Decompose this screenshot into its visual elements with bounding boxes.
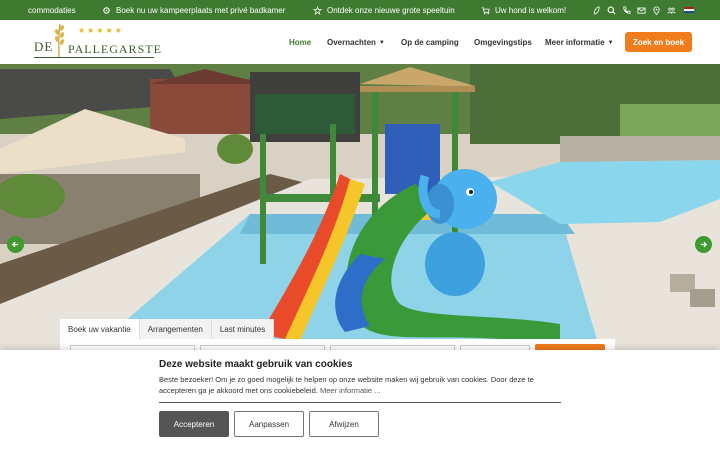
group-icon[interactable] — [667, 6, 676, 15]
topbar-tools — [592, 0, 694, 20]
search-and-book-button[interactable]: Zoek en boek — [625, 32, 692, 52]
cookie-title: Deze website maakt gebruik van cookies — [159, 359, 353, 370]
nav-op-de-camping[interactable]: Op de camping — [401, 38, 459, 47]
nav-label: Omgevingstips — [474, 38, 532, 47]
cookie-more-info-link[interactable]: Meer informatie ... — [320, 386, 380, 395]
announcement-bar: commodaties Boek nu uw kampeerplaats met… — [0, 0, 720, 20]
tab-last-minutes[interactable]: Last minutes — [211, 319, 275, 339]
phone-icon[interactable] — [622, 5, 631, 15]
mail-icon[interactable] — [637, 6, 646, 15]
hero-next-button[interactable] — [695, 236, 712, 253]
announcement-item: Ontdek onze nieuwe grote speeltuin — [313, 0, 455, 20]
booking-tabs: Boek uw vakantie Arrangementen Last minu… — [60, 319, 275, 339]
site-header: ★★★★★ DE PALLEGARSTE Home Overnachten ▼ O… — [0, 20, 720, 64]
tab-arrangementen[interactable]: Arrangementen — [139, 319, 212, 339]
chevron-down-icon: ▼ — [378, 39, 385, 46]
flag-nl-icon[interactable] — [684, 6, 694, 14]
announcement-item: Boek nu uw kampeerplaats met privé badka… — [102, 0, 285, 20]
hero-image — [0, 64, 720, 350]
reject-cookies-button[interactable]: Afwijzen — [309, 411, 379, 437]
cookie-text: Beste bezoeker! Om je zo goed mogelijk t… — [159, 374, 559, 396]
logo-prefix: DE — [34, 39, 54, 54]
cookie-banner: Deze website maakt gebruik van cookies B… — [0, 350, 720, 450]
announcement-text: commodaties — [28, 5, 76, 15]
announcement-item: Uw hond is welkom! — [481, 0, 566, 20]
tab-boek-uw-vakantie[interactable]: Boek uw vakantie — [60, 319, 140, 339]
nav-overnachten[interactable]: Overnachten ▼ — [327, 38, 385, 47]
site-logo[interactable]: ★★★★★ DE PALLEGARSTE — [28, 22, 161, 62]
cart-icon — [481, 6, 490, 14]
star-cluster-icon — [313, 5, 322, 15]
leaf-icon[interactable] — [592, 5, 601, 15]
nav-label: Op de camping — [401, 38, 459, 47]
chevron-down-icon: ▼ — [607, 39, 614, 46]
logo-underline — [34, 57, 154, 58]
logo-name: PALLEGARSTE — [68, 42, 162, 56]
cookie-divider — [159, 402, 561, 403]
announcement-item: commodaties — [28, 0, 76, 20]
announcement-text: Ontdek onze nieuwe grote speeltuin — [327, 5, 455, 15]
accept-cookies-button[interactable]: Accepteren — [159, 411, 229, 437]
nav-label: Meer informatie — [545, 38, 605, 47]
logo-stars: ★★★★★ — [78, 26, 124, 35]
hero-prev-button[interactable] — [7, 236, 24, 253]
gear-icon — [103, 6, 110, 14]
location-icon[interactable] — [652, 6, 661, 15]
customize-cookies-button[interactable]: Aanpassen — [234, 411, 304, 437]
arrow-left-icon — [11, 241, 19, 248]
hero-slider — [0, 64, 720, 350]
nav-meer-informatie[interactable]: Meer informatie ▼ — [545, 38, 614, 47]
nav-label: Overnachten — [327, 38, 376, 47]
nav-omgevingstips[interactable]: Omgevingstips — [474, 38, 532, 47]
announcement-text: Uw hond is welkom! — [495, 5, 567, 15]
announcement-text: Boek nu uw kampeerplaats met privé badka… — [116, 5, 286, 15]
arrow-right-icon — [700, 241, 708, 248]
nav-label: Home — [289, 38, 312, 47]
nav-home[interactable]: Home — [289, 38, 311, 47]
search-icon[interactable] — [607, 6, 616, 15]
